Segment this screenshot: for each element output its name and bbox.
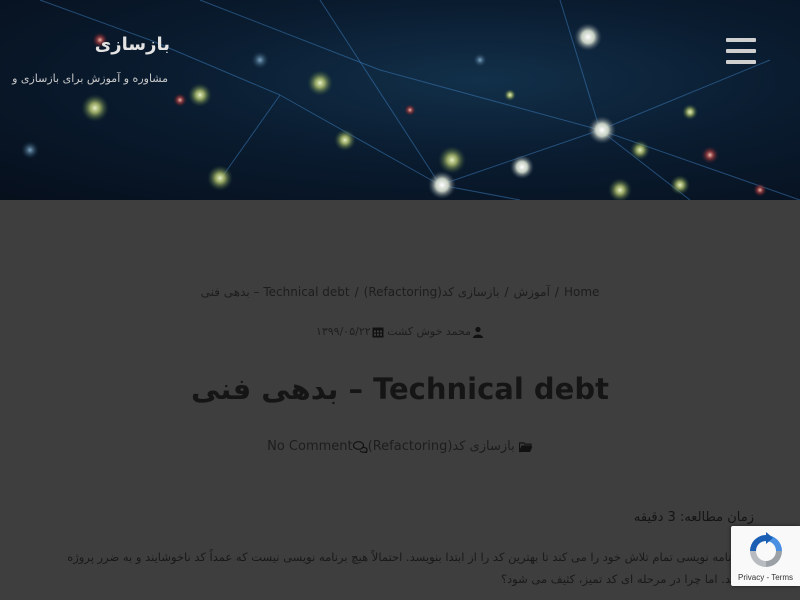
network-background [21, 0, 800, 200]
post-body: هر برنامه نویسی تمام تلاش خود را می کند … [67, 550, 757, 586]
user-icon [473, 326, 484, 338]
hamburger-menu-icon[interactable] [726, 38, 756, 64]
breadcrumb-separator: / [504, 285, 509, 299]
breadcrumb-home[interactable]: Home [564, 285, 599, 299]
recaptcha-separator: - [766, 573, 770, 582]
post-date: ۱۳۹۹/۰۵/۲۲ [316, 325, 384, 338]
menu-bar [726, 49, 756, 53]
breadcrumb-separator: / [554, 285, 559, 299]
menu-bar [726, 60, 756, 64]
terms-link[interactable]: Terms [771, 573, 793, 582]
breadcrumb-current: Technical debt – بدهی فنی [200, 285, 350, 299]
breadcrumb-tutorials[interactable]: آموزش [514, 285, 550, 299]
date-text: ۱۳۹۹/۰۵/۲۲ [315, 325, 371, 338]
breadcrumb: Home / آموزش / بازسازی کد(Refactoring) / Techn… [0, 285, 800, 299]
site-header: بازسازی مشاوره و آموزش برای بازسازی و [0, 0, 800, 200]
menu-bar [726, 38, 756, 42]
recaptcha-badge[interactable]: Privacy - Terms [731, 526, 800, 586]
comments-icon [352, 440, 368, 453]
post-taxonomy: بازسازی کد(Refactoring) No Comment [0, 439, 800, 454]
site-title[interactable]: بازسازی [95, 34, 170, 55]
privacy-link[interactable]: Privacy [738, 573, 764, 582]
folder-open-icon [518, 441, 533, 452]
post-title: Technical debt – بدهی فنی [191, 372, 609, 406]
author-name: محمد خوش کشت [387, 325, 472, 338]
post-author[interactable]: محمد خوش کشت [387, 325, 484, 338]
site-description: مشاوره و آموزش برای بازسازی و [12, 72, 168, 85]
post-meta: محمد خوش کشت ۱۳۹۹/۰۵/۲۲ [0, 325, 800, 341]
calendar-icon [372, 327, 384, 337]
breadcrumb-refactoring[interactable]: بازسازی کد(Refactoring) [364, 285, 500, 299]
reading-time: زمان مطالعه: 3 دقیقه [633, 510, 754, 525]
breadcrumb-separator: / [354, 285, 359, 299]
recaptcha-links: Privacy - Terms [731, 573, 800, 582]
recaptcha-logo-icon [750, 532, 782, 567]
comments-link[interactable]: No Comment [267, 439, 353, 454]
category-link[interactable]: بازسازی کد(Refactoring) [368, 439, 515, 454]
